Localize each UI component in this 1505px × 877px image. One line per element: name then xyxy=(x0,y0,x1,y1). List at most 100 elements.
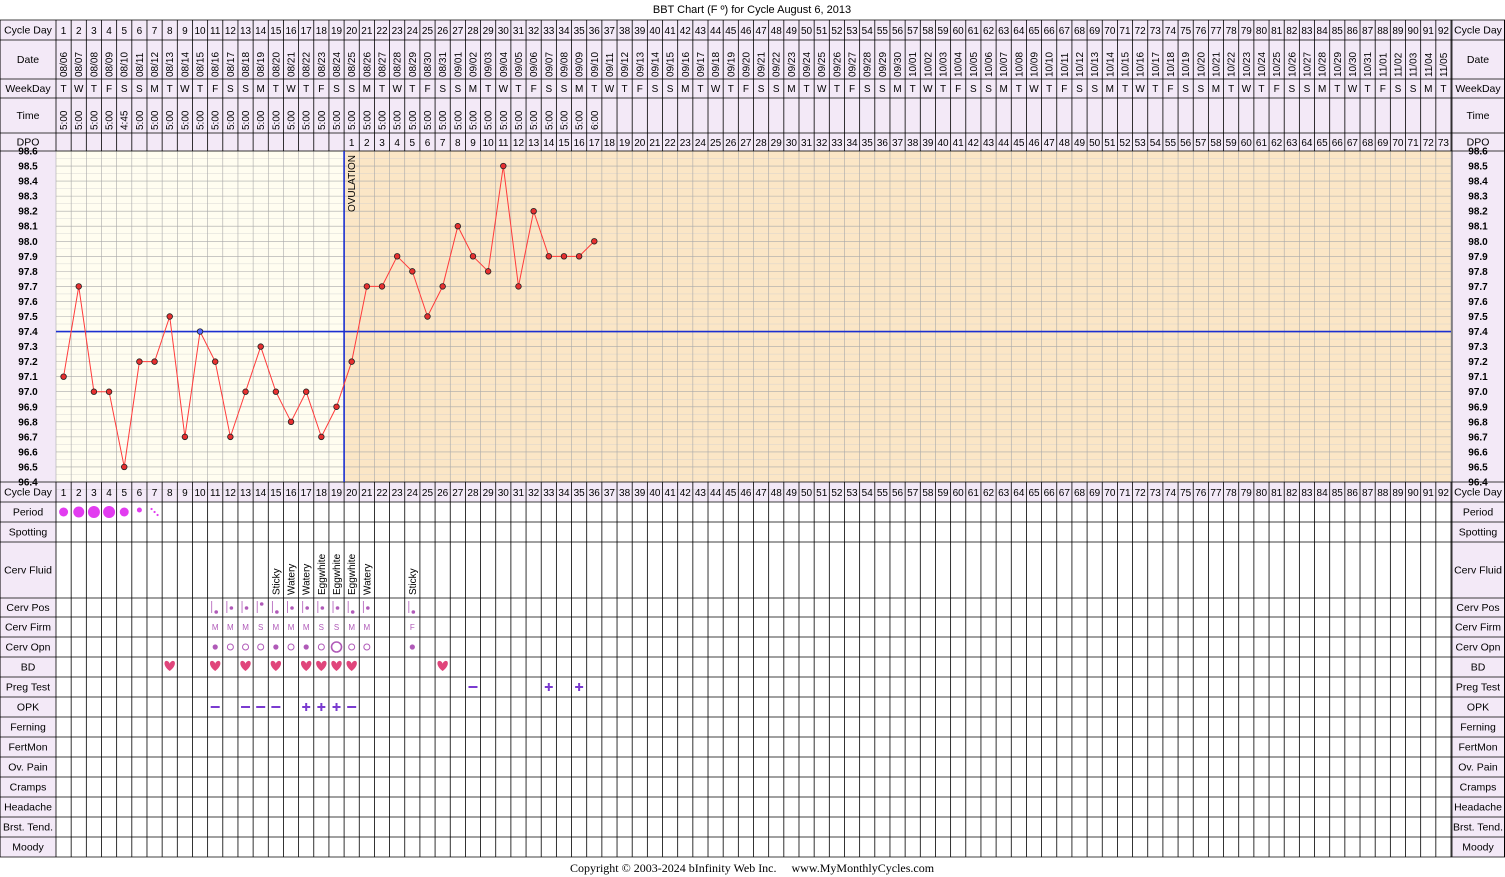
weekday-label: S xyxy=(773,84,780,95)
weekday-label: F xyxy=(1380,84,1386,95)
y-tick-left: 97.3 xyxy=(18,342,38,353)
row-label-left: Headache xyxy=(4,802,52,814)
cycle-day-number: 23 xyxy=(392,488,404,499)
row-label-right: WeekDay xyxy=(1455,83,1501,95)
weekday-label: T xyxy=(1258,84,1264,95)
weekday-label: W xyxy=(605,84,615,95)
row-label-right: Preg Test xyxy=(1456,682,1500,694)
weekday-label: S xyxy=(1091,84,1098,95)
dpo-number: 11 xyxy=(498,138,509,149)
dpo-number: 24 xyxy=(695,138,707,149)
cerv-pos-dot xyxy=(275,610,279,614)
weekday-label: T xyxy=(940,84,946,95)
row-label-right: Brst. Tend. xyxy=(1453,822,1503,834)
cycle-day-number: 62 xyxy=(983,488,995,499)
weekday-label: T xyxy=(61,84,67,95)
cycle-day-number: 28 xyxy=(467,488,479,499)
dpo-number: 51 xyxy=(1104,138,1116,149)
weekday-label: M xyxy=(1000,84,1008,95)
cycle-day-number: 83 xyxy=(1301,488,1313,499)
cycle-day-number: 22 xyxy=(376,26,388,37)
dpo-number: 38 xyxy=(907,138,919,149)
cycle-day-number: 14 xyxy=(255,26,267,37)
y-tick-left: 98.3 xyxy=(18,192,38,203)
dpo-number: 45 xyxy=(1013,138,1025,149)
cycle-day-number: 52 xyxy=(831,488,843,499)
temperature-point xyxy=(393,253,401,260)
dpo-number: 29 xyxy=(771,138,783,149)
cycle-day-number: 49 xyxy=(786,488,798,499)
date-label: 08/17 xyxy=(226,52,237,77)
weekday-label: W xyxy=(711,84,721,95)
row-label-left: BD xyxy=(21,662,36,674)
weekday-label: S xyxy=(652,84,659,95)
time-label: 5:00 xyxy=(362,110,373,130)
weekday-label: S xyxy=(561,84,568,95)
y-tick-left: 98.1 xyxy=(18,222,38,233)
cycle-day-number: 44 xyxy=(710,26,722,37)
dpo-number: 14 xyxy=(543,138,555,149)
cycle-day-number: 24 xyxy=(407,26,419,37)
dpo-number: 35 xyxy=(862,138,874,149)
temperature-point xyxy=(424,313,431,320)
cerv-firm-label: M xyxy=(303,623,310,632)
cycle-day-number: 7 xyxy=(152,26,158,37)
dpo-number: 6 xyxy=(425,138,431,149)
cycle-day-number: 10 xyxy=(194,26,206,37)
y-tick-left: 96.5 xyxy=(18,462,38,473)
temperature-point xyxy=(545,253,552,260)
dpo-number: 30 xyxy=(786,138,798,149)
temperature-point xyxy=(439,283,446,290)
time-label: 5:00 xyxy=(287,110,298,130)
weekday-label: S xyxy=(1197,84,1204,95)
cycle-day-number: 59 xyxy=(937,488,949,499)
dpo-number: 15 xyxy=(558,138,570,149)
date-label: 09/06 xyxy=(529,52,540,77)
date-label: 09/26 xyxy=(832,52,843,77)
y-tick-left: 98.0 xyxy=(18,237,38,248)
date-label: 08/29 xyxy=(408,52,419,77)
weekday-label: W xyxy=(1242,84,1252,95)
cerv-firm-label: S xyxy=(258,623,263,632)
cycle-day-number: 21 xyxy=(361,26,373,37)
weekday-label: W xyxy=(1029,84,1039,95)
weekday-label: M xyxy=(1424,84,1432,95)
cerv-opn-closed xyxy=(212,644,218,650)
cerv-firm-label: M xyxy=(348,623,355,632)
cycle-day-number: 90 xyxy=(1408,26,1420,37)
cerv-pos-dot xyxy=(366,606,370,610)
date-label: 10/22 xyxy=(1227,52,1238,77)
time-label: 5:00 xyxy=(74,110,85,130)
weekday-label: T xyxy=(1122,84,1128,95)
weekday-label: T xyxy=(728,84,734,95)
weekday-label: S xyxy=(454,84,461,95)
dpo-number: 1 xyxy=(349,138,355,149)
date-label: 08/15 xyxy=(196,52,207,77)
temperature-point xyxy=(287,418,295,426)
dpo-number: 17 xyxy=(589,138,601,149)
date-label: 09/23 xyxy=(787,52,798,77)
time-label: 5:00 xyxy=(150,110,161,130)
dpo-number: 50 xyxy=(1089,138,1101,149)
dpo-number: 22 xyxy=(665,138,677,149)
dpo-number: 8 xyxy=(455,138,461,149)
weekday-label: M xyxy=(575,84,583,95)
cycle-day-number: 34 xyxy=(558,488,570,499)
cycle-day-number: 9 xyxy=(182,488,188,499)
cycle-day-number: 64 xyxy=(1013,488,1025,499)
cycle-day-number: 58 xyxy=(922,488,934,499)
y-tick-left: 98.5 xyxy=(18,162,38,173)
weekday-label: W xyxy=(1135,84,1145,95)
cycle-day-number: 33 xyxy=(543,26,555,37)
cycle-day-number: 40 xyxy=(649,26,661,37)
date-label: 08/26 xyxy=(362,52,373,77)
weekday-label: S xyxy=(242,84,249,95)
date-label: 10/26 xyxy=(1287,52,1298,77)
date-label: 09/22 xyxy=(772,52,783,77)
y-tick-right: 98.6 xyxy=(1468,147,1488,158)
cycle-day-number: 31 xyxy=(513,26,525,37)
cycle-day-number: 90 xyxy=(1408,488,1420,499)
date-label: 09/28 xyxy=(863,52,874,77)
date-label: 10/03 xyxy=(939,52,950,77)
cycle-day-number: 92 xyxy=(1438,26,1450,37)
